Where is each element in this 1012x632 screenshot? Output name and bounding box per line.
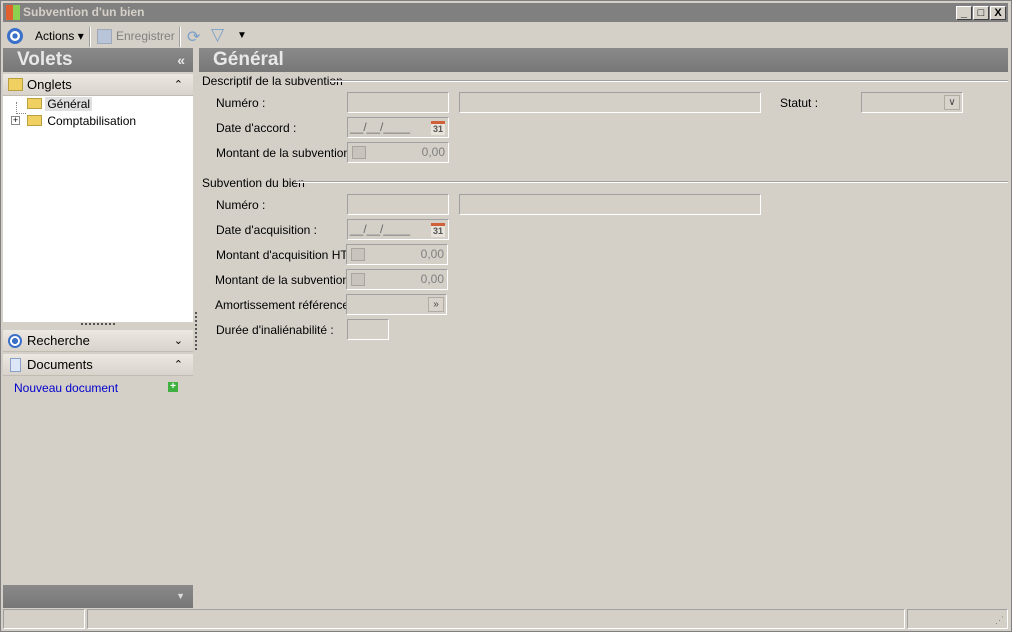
actions-label: Actions xyxy=(35,29,75,43)
window-title: Subvention d'un bien xyxy=(23,5,145,19)
montant-acquisition-input[interactable]: 0,00 xyxy=(346,244,448,265)
status-cell xyxy=(907,609,1008,629)
group-divider xyxy=(296,181,1008,183)
calendar-icon[interactable]: 31 xyxy=(431,223,445,237)
new-document-link[interactable]: Nouveau document xyxy=(14,381,118,395)
date-accord-label: Date d'accord : xyxy=(216,121,297,135)
statut-select[interactable]: ∨ xyxy=(861,92,963,113)
left-panel: Volets « Onglets ⌃ Général + Comptabilisa… xyxy=(3,48,193,608)
duree-label: Durée d'inaliénabilité : xyxy=(216,323,334,337)
group-title: Subvention du bien xyxy=(202,176,305,190)
montant-subvention-input[interactable]: 0,00 xyxy=(346,269,448,290)
recherche-bar[interactable]: Recherche ⌄ xyxy=(3,330,193,352)
date-mask: __/__/____ xyxy=(350,222,411,236)
tree-line xyxy=(16,102,26,114)
search-icon xyxy=(8,334,22,348)
splitter-handle[interactable] xyxy=(81,323,115,326)
toolbar: Actions ▾ Enregistrer ⟳ ▽ ▼ xyxy=(3,24,1008,48)
chevron-down-icon[interactable]: ∨ xyxy=(944,95,960,110)
calculator-button[interactable] xyxy=(352,146,366,159)
tree-item-comptabilisation[interactable]: Comptabilisation xyxy=(27,114,138,128)
recherche-label: Recherche xyxy=(27,333,90,348)
double-chevron-down-icon[interactable]: » xyxy=(428,297,444,312)
numero-input[interactable] xyxy=(347,92,449,113)
expand-icon[interactable]: + xyxy=(11,116,20,125)
documents-label: Documents xyxy=(27,357,93,372)
main-title: Général xyxy=(213,49,284,70)
numero-description-input[interactable] xyxy=(459,194,761,215)
numero-input[interactable] xyxy=(347,194,449,215)
tree-item-label: Général xyxy=(45,97,93,111)
status-cell xyxy=(3,609,85,629)
date-acquisition-label: Date d'acquisition : xyxy=(216,223,318,237)
panel-header: Volets « xyxy=(3,48,193,72)
chevron-up-icon: ⌃ xyxy=(173,359,183,371)
numero-description-input[interactable] xyxy=(459,92,761,113)
document-icon xyxy=(10,358,21,372)
tree-item-general[interactable]: Général xyxy=(27,97,93,111)
app-icon xyxy=(6,5,20,20)
chevron-up-icon: ⌃ xyxy=(173,79,183,91)
onglets-bar[interactable]: Onglets ⌃ xyxy=(3,74,193,96)
numero-label: Numéro : xyxy=(216,96,266,110)
panel-title: Volets xyxy=(17,49,73,70)
resize-grip-icon[interactable]: ⋰ xyxy=(995,615,1004,626)
separator xyxy=(89,27,91,47)
amortissement-select[interactable]: » xyxy=(346,294,447,315)
calculator-button[interactable] xyxy=(351,273,365,286)
status-cell xyxy=(87,609,905,629)
documents-bar[interactable]: Documents ⌃ xyxy=(3,354,193,376)
montant-acquisition-label: Montant d'acquisition HT : xyxy=(216,248,355,262)
folder-icon xyxy=(27,115,42,126)
tabs-tree: Général + Comptabilisation xyxy=(3,96,193,322)
main-header: Général xyxy=(199,48,1008,72)
minimize-button[interactable]: _ xyxy=(956,6,972,20)
chevron-down-icon: ⌄ xyxy=(173,335,183,347)
group-divider xyxy=(330,80,1008,82)
close-button[interactable]: X xyxy=(990,6,1006,20)
dropdown-arrow-icon[interactable]: ▼ xyxy=(237,30,247,41)
refresh-icon[interactable]: ⟳ xyxy=(187,27,200,47)
onglets-label: Onglets xyxy=(27,77,72,92)
add-icon[interactable]: + xyxy=(168,382,178,392)
actions-menu[interactable]: Actions ▾ xyxy=(35,28,84,44)
amortissement-label: Amortissement référence : xyxy=(215,298,356,312)
separator xyxy=(179,27,181,47)
statut-label: Statut : xyxy=(780,96,819,110)
date-accord-input[interactable]: __/__/____ 31 xyxy=(347,117,449,138)
calculator-button[interactable] xyxy=(351,248,365,261)
duree-input[interactable] xyxy=(347,319,389,340)
collapse-icon[interactable]: « xyxy=(177,48,185,72)
date-acquisition-input[interactable]: __/__/____ 31 xyxy=(347,219,449,240)
filter-icon[interactable]: ▽ xyxy=(211,25,224,45)
date-mask: __/__/____ xyxy=(350,120,411,134)
vertical-splitter[interactable] xyxy=(195,312,197,350)
calendar-icon[interactable]: 31 xyxy=(431,121,445,135)
tree-item-label: Comptabilisation xyxy=(47,114,137,128)
title-bar: Subvention d'un bien xyxy=(3,3,1008,22)
folder-icon xyxy=(8,78,23,91)
maximize-button[interactable]: □ xyxy=(973,6,989,20)
save-button[interactable]: Enregistrer xyxy=(116,28,175,44)
montant-subvention-label: Montant de la subvention: xyxy=(216,146,354,160)
numero-label: Numéro : xyxy=(216,198,266,212)
target-icon[interactable] xyxy=(7,28,23,44)
montant-subvention-input[interactable]: 0,00 xyxy=(347,142,449,163)
group-title: Descriptif de la subvention xyxy=(202,74,343,88)
panel-footer[interactable]: ▼ xyxy=(3,585,193,608)
montant-subvention-label: Montant de la subvention: xyxy=(215,273,353,287)
status-bar: ⋰ xyxy=(3,609,1008,629)
save-icon xyxy=(97,29,112,44)
open-folder-icon xyxy=(27,98,42,109)
